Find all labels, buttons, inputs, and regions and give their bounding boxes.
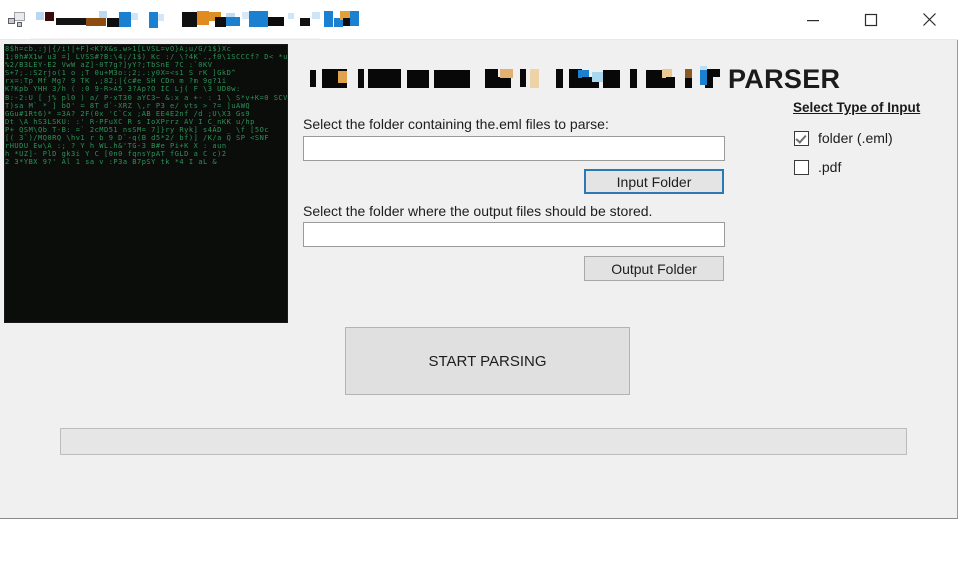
computer-network-icon xyxy=(8,12,26,28)
title-text-redacted xyxy=(36,9,296,31)
title-text-redacted-tail xyxy=(300,9,360,31)
checkbox-pdf[interactable] xyxy=(794,159,809,175)
input-folder-field[interactable] xyxy=(303,136,725,161)
checkbox-label-folder-eml: folder (.eml) xyxy=(818,130,893,146)
checkbox-row-folder-eml[interactable]: folder (.eml) xyxy=(794,130,893,146)
input-folder-button[interactable]: Input Folder xyxy=(584,169,724,194)
checkbox-label-pdf: .pdf xyxy=(818,159,842,175)
close-button[interactable] xyxy=(906,0,952,39)
checkbox-folder-eml[interactable] xyxy=(794,130,809,146)
output-folder-button[interactable]: Output Folder xyxy=(584,256,724,281)
input-type-heading: Select Type of Input xyxy=(793,100,921,115)
header-title-redacted xyxy=(310,66,720,92)
output-folder-label: Select the folder where the output files… xyxy=(303,203,653,219)
minimize-button[interactable] xyxy=(790,0,836,39)
application-window: 8$h=cb.:j|{/i!|+F]<K?X&s.w>1[LVSL=vO}A;u… xyxy=(0,0,958,519)
matrix-code-rain-image: 8$h=cb.:j|{/i!|+F]<K?X&s.w>1[LVSL=vO}A;u… xyxy=(5,45,287,322)
output-folder-field[interactable] xyxy=(303,222,725,247)
input-folder-label: Select the folder containing the.eml fil… xyxy=(303,116,609,132)
title-bar-divider xyxy=(0,39,958,40)
checkbox-row-pdf[interactable]: .pdf xyxy=(794,159,841,175)
title-bar xyxy=(0,0,958,40)
progress-bar xyxy=(60,428,907,455)
maximize-button[interactable] xyxy=(848,0,894,39)
matrix-characters: 8$h=cb.:j|{/i!|+F]<K?X&s.w>1[LVSL=vO}A;u… xyxy=(5,45,287,167)
page-title: PARSER xyxy=(728,64,841,94)
header-title-redacted-tail xyxy=(700,66,720,88)
start-parsing-button[interactable]: START PARSING xyxy=(345,327,630,395)
